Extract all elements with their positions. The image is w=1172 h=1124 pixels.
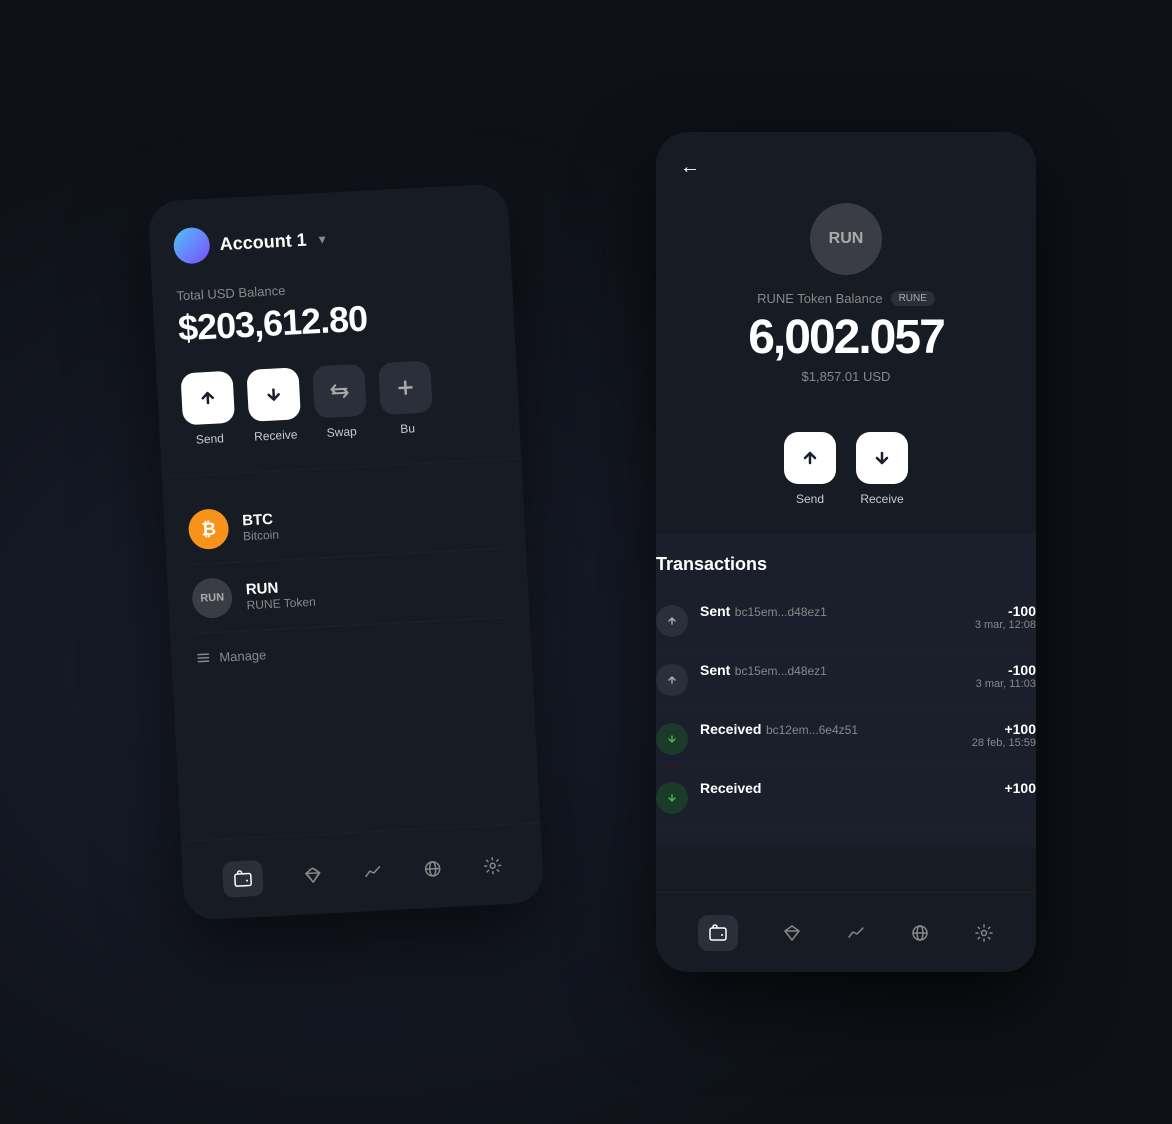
account-avatar [173,227,211,265]
right-receive-label: Receive [860,492,903,506]
left-wallet-card: Account 1 ▾ Total USD Balance $203,612.8… [147,183,544,921]
token-badge: RUNE [891,291,935,306]
asset-list: ₿ BTC Bitcoin RUN RUN RUNE Token [187,480,506,634]
tx-date: 3 mar, 11:03 [976,678,1036,690]
right-action-buttons: Send Receive [680,432,1012,506]
manage-icon [195,649,212,666]
right-nav-globe-icon[interactable] [910,923,930,943]
nav-settings-icon[interactable] [482,855,503,876]
right-bottom-nav [656,892,1036,972]
token-amount: 6,002.057 [748,310,944,365]
tx-date: 28 feb, 15:59 [972,737,1036,749]
tx-address: bc12em...6e4z51 [766,723,858,737]
nav-chart-icon[interactable] [362,861,383,882]
asset-name: Bitcoin [243,527,280,543]
token-avatar: RUN [810,203,882,275]
swap-label: Swap [326,424,357,440]
tx-info: Received bc12em...6e4z51 [700,721,960,739]
tx-amount: +100 [1004,780,1036,796]
left-bottom-nav [181,822,545,921]
action-buttons: Send Receive Swap [180,357,495,447]
divider [162,458,522,478]
tx-type: Sent [700,662,730,678]
tx-type: Received [700,780,761,796]
right-send-arrow-icon [799,447,821,469]
right-nav-diamond-icon[interactable] [782,923,802,943]
token-header: RUN RUNE Token Balance RUNE 6,002.057 $1… [680,203,1012,408]
tx-address: bc15em...d48ez1 [735,605,827,619]
table-row[interactable]: Sent bc15em...d48ez1 -100 3 mar, 11:03 [656,650,1036,709]
send-label: Send [196,431,225,446]
back-button[interactable]: ← [680,156,1012,179]
tx-amount: -100 [976,662,1036,678]
right-detail-card: ← RUN RUNE Token Balance RUNE 6,002.057 … [656,132,1036,972]
right-nav-settings-icon[interactable] [974,923,994,943]
run-icon: RUN [191,577,233,619]
transactions-section: Transactions Sent bc15em...d48ez1 -100 3… [656,534,1036,847]
chevron-down-icon: ▾ [318,230,326,247]
nav-globe-icon[interactable] [422,858,443,879]
tx-type: Received [700,721,761,737]
right-send-button[interactable]: Send [784,432,836,506]
tx-info: Received [700,780,992,798]
received-tx-icon [656,782,688,814]
right-receive-button[interactable]: Receive [856,432,908,506]
tx-amount-col: +100 28 feb, 15:59 [972,721,1036,749]
buy-label: Bu [400,421,415,436]
token-label-text: RUNE Token Balance [757,291,883,306]
buy-button[interactable]: Bu [378,360,434,437]
token-balance-label: RUNE Token Balance RUNE [757,291,935,306]
nav-diamond-icon[interactable] [302,864,323,885]
right-receive-arrow-icon [871,447,893,469]
right-nav-chart-icon[interactable] [846,923,866,943]
asset-ticker: BTC [242,510,279,529]
btc-icon: ₿ [188,508,230,550]
table-row[interactable]: Sent bc15em...d48ez1 -100 3 mar, 12:08 [656,591,1036,650]
asset-info: RUN RUNE Token [245,577,316,612]
tx-amount-col: +100 [1004,780,1036,796]
asset-info: BTC Bitcoin [242,510,280,543]
tx-amount: +100 [972,721,1036,737]
manage-label: Manage [219,647,267,664]
tx-amount-col: -100 3 mar, 12:08 [975,603,1036,631]
nav-wallet-icon[interactable] [222,859,264,897]
account-header[interactable]: Account 1 ▾ [173,212,486,264]
tx-address: bc15em...d48ez1 [735,664,827,678]
sent-tx-icon [656,664,688,696]
swap-button[interactable]: Swap [312,364,368,441]
send-button[interactable]: Send [180,371,236,448]
received-tx-icon [656,723,688,755]
sent-tx-icon [656,605,688,637]
receive-button[interactable]: Receive [246,367,302,444]
table-row[interactable]: Received bc12em...6e4z51 +100 28 feb, 15… [656,709,1036,768]
token-usd-value: $1,857.01 USD [802,369,891,384]
send-arrow-icon [196,386,219,409]
account-name: Account 1 [219,229,307,255]
swap-icon [328,380,351,403]
tx-amount-col: -100 3 mar, 11:03 [976,662,1036,690]
receive-label: Receive [254,427,298,443]
tx-info: Sent bc15em...d48ez1 [700,603,963,621]
buy-plus-icon [394,376,417,399]
right-nav-wallet-icon[interactable] [698,915,738,951]
asset-name: RUNE Token [246,594,316,612]
tx-type: Sent [700,603,730,619]
tx-amount: -100 [975,603,1036,619]
tx-info: Sent bc15em...d48ez1 [700,662,964,680]
tx-date: 3 mar, 12:08 [975,619,1036,631]
receive-arrow-icon [262,383,285,406]
right-send-label: Send [796,492,824,506]
transactions-title: Transactions [656,554,1036,575]
table-row[interactable]: Received +100 [656,768,1036,827]
